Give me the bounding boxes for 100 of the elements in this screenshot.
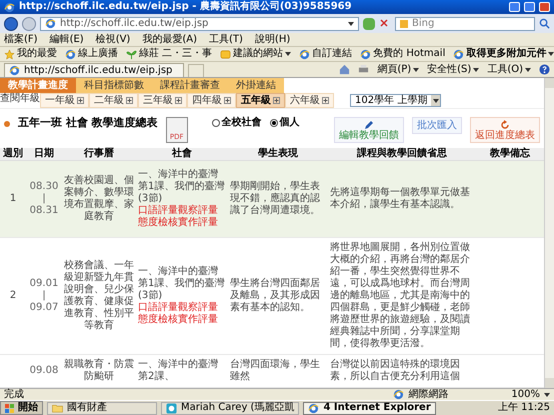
browser-icon: [4, 2, 15, 12]
menu-item[interactable]: 我的最愛(A): [142, 34, 197, 46]
scope-radio[interactable]: 個人: [270, 117, 300, 129]
page-icon: [299, 48, 310, 60]
reflection-cell-text: 台灣從以前因這特殊的環境因素，所以自古便充分利用這個: [329, 359, 461, 383]
date-text: 08.31: [30, 205, 58, 217]
close-button[interactable]: [539, 2, 550, 12]
expand-icon: [322, 97, 329, 104]
page-icon: [453, 48, 464, 60]
favorites-link[interactable]: 綠莊 二・三・事: [126, 48, 212, 60]
back-button[interactable]: [4, 16, 18, 30]
menu-item[interactable]: 工具(T): [209, 34, 243, 46]
main-tab[interactable]: 課程計畫審查: [152, 78, 228, 93]
date-text: 09.01: [30, 278, 58, 290]
grade-tab[interactable]: 一年級: [40, 93, 89, 108]
refresh-button[interactable]: [363, 18, 375, 30]
command-menu[interactable]: 網頁(P): [377, 64, 420, 76]
column-header: 教學備忘: [488, 148, 532, 160]
favorites-link[interactable]: 我的最愛: [4, 48, 57, 60]
calendar-cell-text: 校務會議、一年級迎新暨九年貫說明會、兒少保護教育、健康促進教育、性別平等教育: [63, 260, 135, 332]
menu-item[interactable]: 檢視(V): [96, 34, 130, 46]
maximize-button[interactable]: [524, 2, 535, 12]
grade-tab[interactable]: 二年級: [89, 93, 138, 108]
taskbar-button[interactable]: 國有財產: [47, 402, 157, 414]
term-select[interactable]: 102學年 上學期: [350, 94, 442, 107]
page-heading: 五年一班 社會 教學進度總表: [18, 117, 158, 129]
refresh-icon: [500, 120, 510, 130]
menu-item[interactable]: 編輯(E): [50, 34, 84, 46]
date-text: 09.08: [30, 365, 58, 377]
expand-icon: [273, 97, 280, 104]
help-icon[interactable]: [539, 64, 550, 75]
start-button[interactable]: 開始: [0, 401, 43, 415]
bullet-icon: [4, 121, 10, 127]
search-field[interactable]: Bing: [395, 16, 535, 30]
performance-cell-text: 學生將台灣四面鄰居及離島，及其形成因素有基本的認知。: [229, 278, 321, 314]
page-icon: [9, 65, 20, 76]
radio-circle[interactable]: [270, 119, 278, 127]
scrollbar[interactable]: [544, 78, 554, 388]
grade-tab[interactable]: 六年級: [285, 93, 334, 108]
taskbar-button[interactable]: Mariah Carey (瑪麗亞凱: [161, 402, 300, 414]
action-button[interactable]: 編輯教學回饋: [334, 117, 404, 143]
week-cell-text: 1: [8, 193, 18, 205]
calendar-cell-text: 友善校園週、個案轉介、數學環境布置觀摩、家庭教育: [63, 175, 135, 223]
caret-icon: [413, 68, 420, 72]
search-icon[interactable]: [539, 18, 550, 29]
action-button[interactable]: 批次匯入: [412, 117, 462, 134]
sprout-icon: [126, 48, 137, 60]
search-input[interactable]: Bing: [412, 18, 530, 30]
favorites-link[interactable]: 線上廣播: [65, 48, 118, 60]
date-text: |: [42, 290, 46, 302]
grade-label: 查閱年級: [0, 93, 40, 105]
clock: 上午 11:25: [497, 402, 551, 414]
expand-icon: [126, 97, 133, 104]
favorites-link[interactable]: 免費的 Hotmail: [360, 48, 446, 60]
close-icon: [379, 18, 389, 28]
browser-tab[interactable]: http://schoff.ilc.edu.tw/eip.jsp: [4, 63, 184, 77]
folder-icon: [52, 403, 63, 413]
address-field[interactable]: http://schoff.ilc.edu.tw/eip.jsp: [40, 16, 359, 30]
menu-item[interactable]: 檔案(F): [4, 34, 38, 46]
command-menu[interactable]: 工具(O): [487, 64, 531, 76]
caret-icon: [525, 68, 531, 72]
page-icon: [45, 18, 56, 29]
suggest-icon: [220, 48, 232, 60]
caret-icon: [548, 52, 554, 56]
caret-icon: [432, 98, 439, 102]
print-icon[interactable]: [358, 64, 370, 75]
scope-radio[interactable]: 全校社會: [212, 117, 262, 129]
taskbar-button[interactable]: 4 Internet Explorer: [303, 402, 436, 414]
zoom-control[interactable]: 100%: [511, 388, 550, 400]
caret-icon: [473, 68, 480, 72]
favorites-link[interactable]: 取得更多附加元件: [453, 48, 554, 60]
assessment-text: 口語評量觀察評量態度檢核實作評量: [138, 205, 219, 229]
reflection-cell-text: 將世界地圖展開，各州別位置做大概的介紹，再將台灣的鄰居介紹一番，學生突然覺得世界不遠，可以成爲地球村。而台灣周邊的離島地區，尤其是南海中的四個群島，更是鮮少觸碰，老師將遊歷世界的旅遊經驗，及閱讀經典雜誌中所聞，分享課堂期間，使得教學更活潑。: [329, 242, 471, 350]
grade-tab[interactable]: 五年級: [236, 93, 285, 108]
performance-cell-text: 台灣四面環海，學生雖然: [229, 359, 321, 383]
caret-icon: [285, 52, 292, 56]
date-text: 09.07: [30, 302, 58, 314]
favorites-link[interactable]: 建議的網站: [220, 48, 292, 60]
status-text: 完成: [4, 388, 25, 400]
home-icon[interactable]: [339, 64, 350, 75]
command-menu[interactable]: 安全性(S): [427, 64, 480, 76]
action-button[interactable]: 返回進度總表: [470, 117, 540, 143]
main-tab[interactable]: 外掛連結: [228, 78, 284, 93]
main-tab[interactable]: 科目指標節數: [76, 78, 152, 93]
reflection-cell-text: 先將這學期每一個教學單元做基本介紹，讓學生有基本認識。: [329, 187, 471, 211]
star-icon: [4, 48, 15, 60]
grade-tab[interactable]: 三年級: [138, 93, 187, 108]
lesson-text: 一、海洋中的臺灣第1課、我們的臺灣(3節): [138, 169, 226, 204]
date-text: 08.30: [30, 181, 58, 193]
favorites-link[interactable]: 自訂連結: [299, 48, 352, 60]
expand-icon: [77, 97, 84, 104]
browser-icon: [308, 402, 320, 414]
grade-tab[interactable]: 四年級: [187, 93, 236, 108]
page-icon: [360, 48, 372, 60]
column-header: 社會: [170, 148, 193, 160]
minimize-button[interactable]: [509, 2, 520, 12]
menu-item[interactable]: 說明(H): [254, 34, 290, 46]
page-icon: [65, 48, 76, 60]
column-header: 課程與教學回饋省思: [356, 148, 448, 160]
caret-icon: [348, 22, 354, 26]
